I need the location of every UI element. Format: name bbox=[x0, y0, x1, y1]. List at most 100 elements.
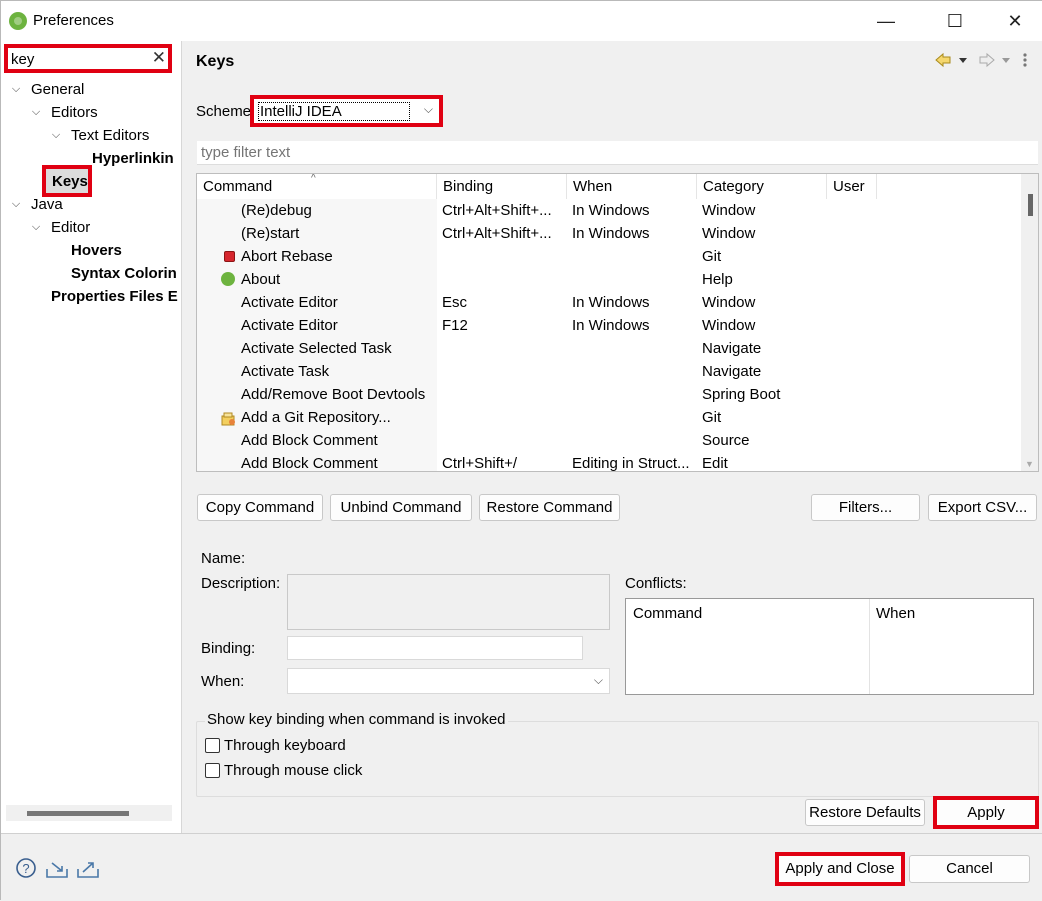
forward-menu-chevron-icon[interactable] bbox=[1002, 58, 1010, 63]
cancel-button[interactable]: Cancel bbox=[909, 855, 1030, 883]
command-cell: Activate Editor bbox=[241, 294, 338, 311]
filter-input[interactable] bbox=[197, 141, 1038, 165]
column-header-command[interactable]: Command ^ bbox=[197, 174, 437, 199]
conflicts-column-when[interactable]: When bbox=[876, 605, 915, 622]
window-title: Preferences bbox=[33, 12, 114, 29]
tree-horizontal-scrollbar[interactable] bbox=[6, 805, 172, 821]
tree-expand-chevron-icon[interactable]: ⌵ bbox=[11, 78, 21, 101]
preference-search-box: ✕ bbox=[4, 44, 172, 73]
column-header-user[interactable]: User bbox=[827, 174, 877, 199]
category-cell: Help bbox=[702, 271, 733, 288]
apply-button[interactable]: Apply bbox=[933, 796, 1039, 829]
spring-icon bbox=[221, 272, 235, 286]
table-row[interactable]: (Re)debug Ctrl+Alt+Shift+... In Windows Win… bbox=[197, 199, 1023, 222]
restore-command-button[interactable]: Restore Command bbox=[479, 494, 620, 521]
column-header-category[interactable]: Category bbox=[697, 174, 827, 199]
category-cell: Navigate bbox=[702, 340, 762, 357]
table-row[interactable]: (Re)start Ctrl+Alt+Shift+... In Windows Win… bbox=[197, 222, 1023, 245]
minimize-button[interactable]: — bbox=[863, 1, 909, 41]
git-repo-icon bbox=[221, 410, 235, 426]
table-row[interactable]: Activate Editor Esc In Windows Window bbox=[197, 291, 1023, 314]
through-keyboard-checkbox[interactable] bbox=[205, 738, 220, 753]
unbind-command-button[interactable]: Unbind Command bbox=[330, 494, 472, 521]
through-mouse-checkbox[interactable] bbox=[205, 763, 220, 778]
title-bar: Preferences — ☐ ✕ bbox=[1, 1, 1042, 41]
category-cell: Window bbox=[702, 317, 756, 334]
column-header-when[interactable]: When bbox=[567, 174, 697, 199]
binding-cell: F12 bbox=[442, 317, 468, 334]
maximize-button[interactable]: ☐ bbox=[932, 1, 978, 41]
preference-search-input[interactable] bbox=[11, 50, 141, 69]
filters-button[interactable]: Filters... bbox=[811, 494, 920, 521]
back-menu-chevron-icon[interactable] bbox=[959, 58, 967, 63]
chevron-down-icon: ⌵ bbox=[593, 673, 603, 687]
tree-expand-chevron-icon[interactable]: ⌵ bbox=[51, 124, 61, 147]
table-row[interactable]: About Help bbox=[197, 268, 1023, 291]
scroll-down-icon[interactable]: ▼ bbox=[1025, 459, 1034, 469]
conflicts-column-command[interactable]: Command bbox=[633, 605, 702, 622]
scrollbar-thumb[interactable] bbox=[1028, 194, 1033, 216]
svg-text:?: ? bbox=[22, 861, 29, 876]
description-field bbox=[287, 574, 610, 630]
binding-cell: Esc bbox=[442, 294, 468, 311]
name-label: Name: bbox=[201, 550, 246, 567]
binding-cell: Ctrl+Alt+Shift+... bbox=[442, 225, 552, 242]
tree-item-label: Keys bbox=[52, 173, 88, 190]
table-row[interactable]: Abort Rebase Git bbox=[197, 245, 1023, 268]
apply-and-close-button[interactable]: Apply and Close bbox=[775, 852, 905, 886]
tree-expand-chevron-icon[interactable]: ⌵ bbox=[31, 101, 41, 124]
tree-expand-chevron-icon[interactable]: ⌵ bbox=[31, 216, 41, 239]
help-icon[interactable]: ? bbox=[16, 858, 36, 878]
when-cell: In Windows bbox=[572, 294, 650, 311]
view-menu-icon[interactable] bbox=[1023, 53, 1027, 67]
spring-app-icon bbox=[9, 12, 27, 30]
tree-item-label: Hovers bbox=[71, 242, 122, 259]
table-row[interactable]: Activate Selected Task Navigate bbox=[197, 337, 1023, 360]
forward-icon[interactable] bbox=[979, 52, 995, 68]
command-cell: Activate Editor bbox=[241, 317, 338, 334]
scheme-dropdown[interactable]: IntelliJ IDEA ⌵ bbox=[250, 95, 443, 127]
restore-defaults-button[interactable]: Restore Defaults bbox=[805, 799, 925, 826]
when-cell: In Windows bbox=[572, 202, 650, 219]
tree-item-label: Syntax Colorin bbox=[71, 265, 177, 282]
when-label: When: bbox=[201, 673, 245, 690]
keys-page: Keys Scheme: IntelliJ IDEA ⌵ type filter… bbox=[183, 41, 1042, 833]
category-cell: Window bbox=[702, 225, 756, 242]
export-csv-button[interactable]: Export CSV... bbox=[928, 494, 1037, 521]
dialog-icon-toolbar: ? bbox=[16, 858, 99, 878]
back-icon[interactable] bbox=[935, 52, 951, 68]
command-cell: Add Block Comment bbox=[241, 432, 378, 449]
through-keyboard-label[interactable]: Through keyboard bbox=[224, 737, 346, 754]
close-button[interactable]: ✕ bbox=[992, 1, 1038, 41]
tree-expand-chevron-icon[interactable]: ⌵ bbox=[11, 193, 21, 216]
binding-input[interactable] bbox=[287, 636, 583, 660]
import-icon[interactable] bbox=[46, 862, 68, 878]
column-divider bbox=[869, 599, 870, 694]
chevron-down-icon: ⌵ bbox=[423, 102, 433, 116]
clear-search-icon[interactable]: ✕ bbox=[152, 48, 166, 68]
scheme-value: IntelliJ IDEA bbox=[258, 102, 410, 121]
scrollbar-thumb[interactable] bbox=[27, 811, 129, 816]
conflicts-table: Command When bbox=[625, 598, 1034, 695]
table-row[interactable]: Add a Git Repository... Git bbox=[197, 406, 1023, 429]
table-row[interactable]: Activate Task Navigate bbox=[197, 360, 1023, 383]
binding-cell: Ctrl+Alt+Shift+... bbox=[442, 202, 552, 219]
when-cell: Editing in Struct... bbox=[572, 455, 690, 472]
export-icon[interactable] bbox=[77, 862, 99, 878]
table-row[interactable]: Add Block Comment Source bbox=[197, 429, 1023, 452]
tree-item-label: General bbox=[31, 81, 85, 98]
copy-command-button[interactable]: Copy Command bbox=[197, 494, 323, 521]
tree-item-label: Java bbox=[31, 196, 63, 213]
table-row[interactable]: Activate Editor F12 In Windows Window bbox=[197, 314, 1023, 337]
table-vertical-scrollbar[interactable]: ▼ bbox=[1021, 174, 1038, 471]
table-row[interactable]: Add/Remove Boot Devtools Spring Boot bbox=[197, 383, 1023, 406]
category-cell: Window bbox=[702, 294, 756, 311]
when-cell: In Windows bbox=[572, 317, 650, 334]
sort-ascending-icon: ^ bbox=[311, 173, 316, 184]
table-row[interactable]: Add Block Comment Ctrl+Shift+/ Editing in … bbox=[197, 452, 1023, 472]
when-dropdown[interactable]: ⌵ bbox=[287, 668, 610, 694]
column-header-binding[interactable]: Binding bbox=[437, 174, 567, 199]
through-mouse-label[interactable]: Through mouse click bbox=[224, 762, 362, 779]
command-cell: Add Block Comment bbox=[241, 455, 378, 472]
description-label: Description: bbox=[201, 575, 281, 592]
